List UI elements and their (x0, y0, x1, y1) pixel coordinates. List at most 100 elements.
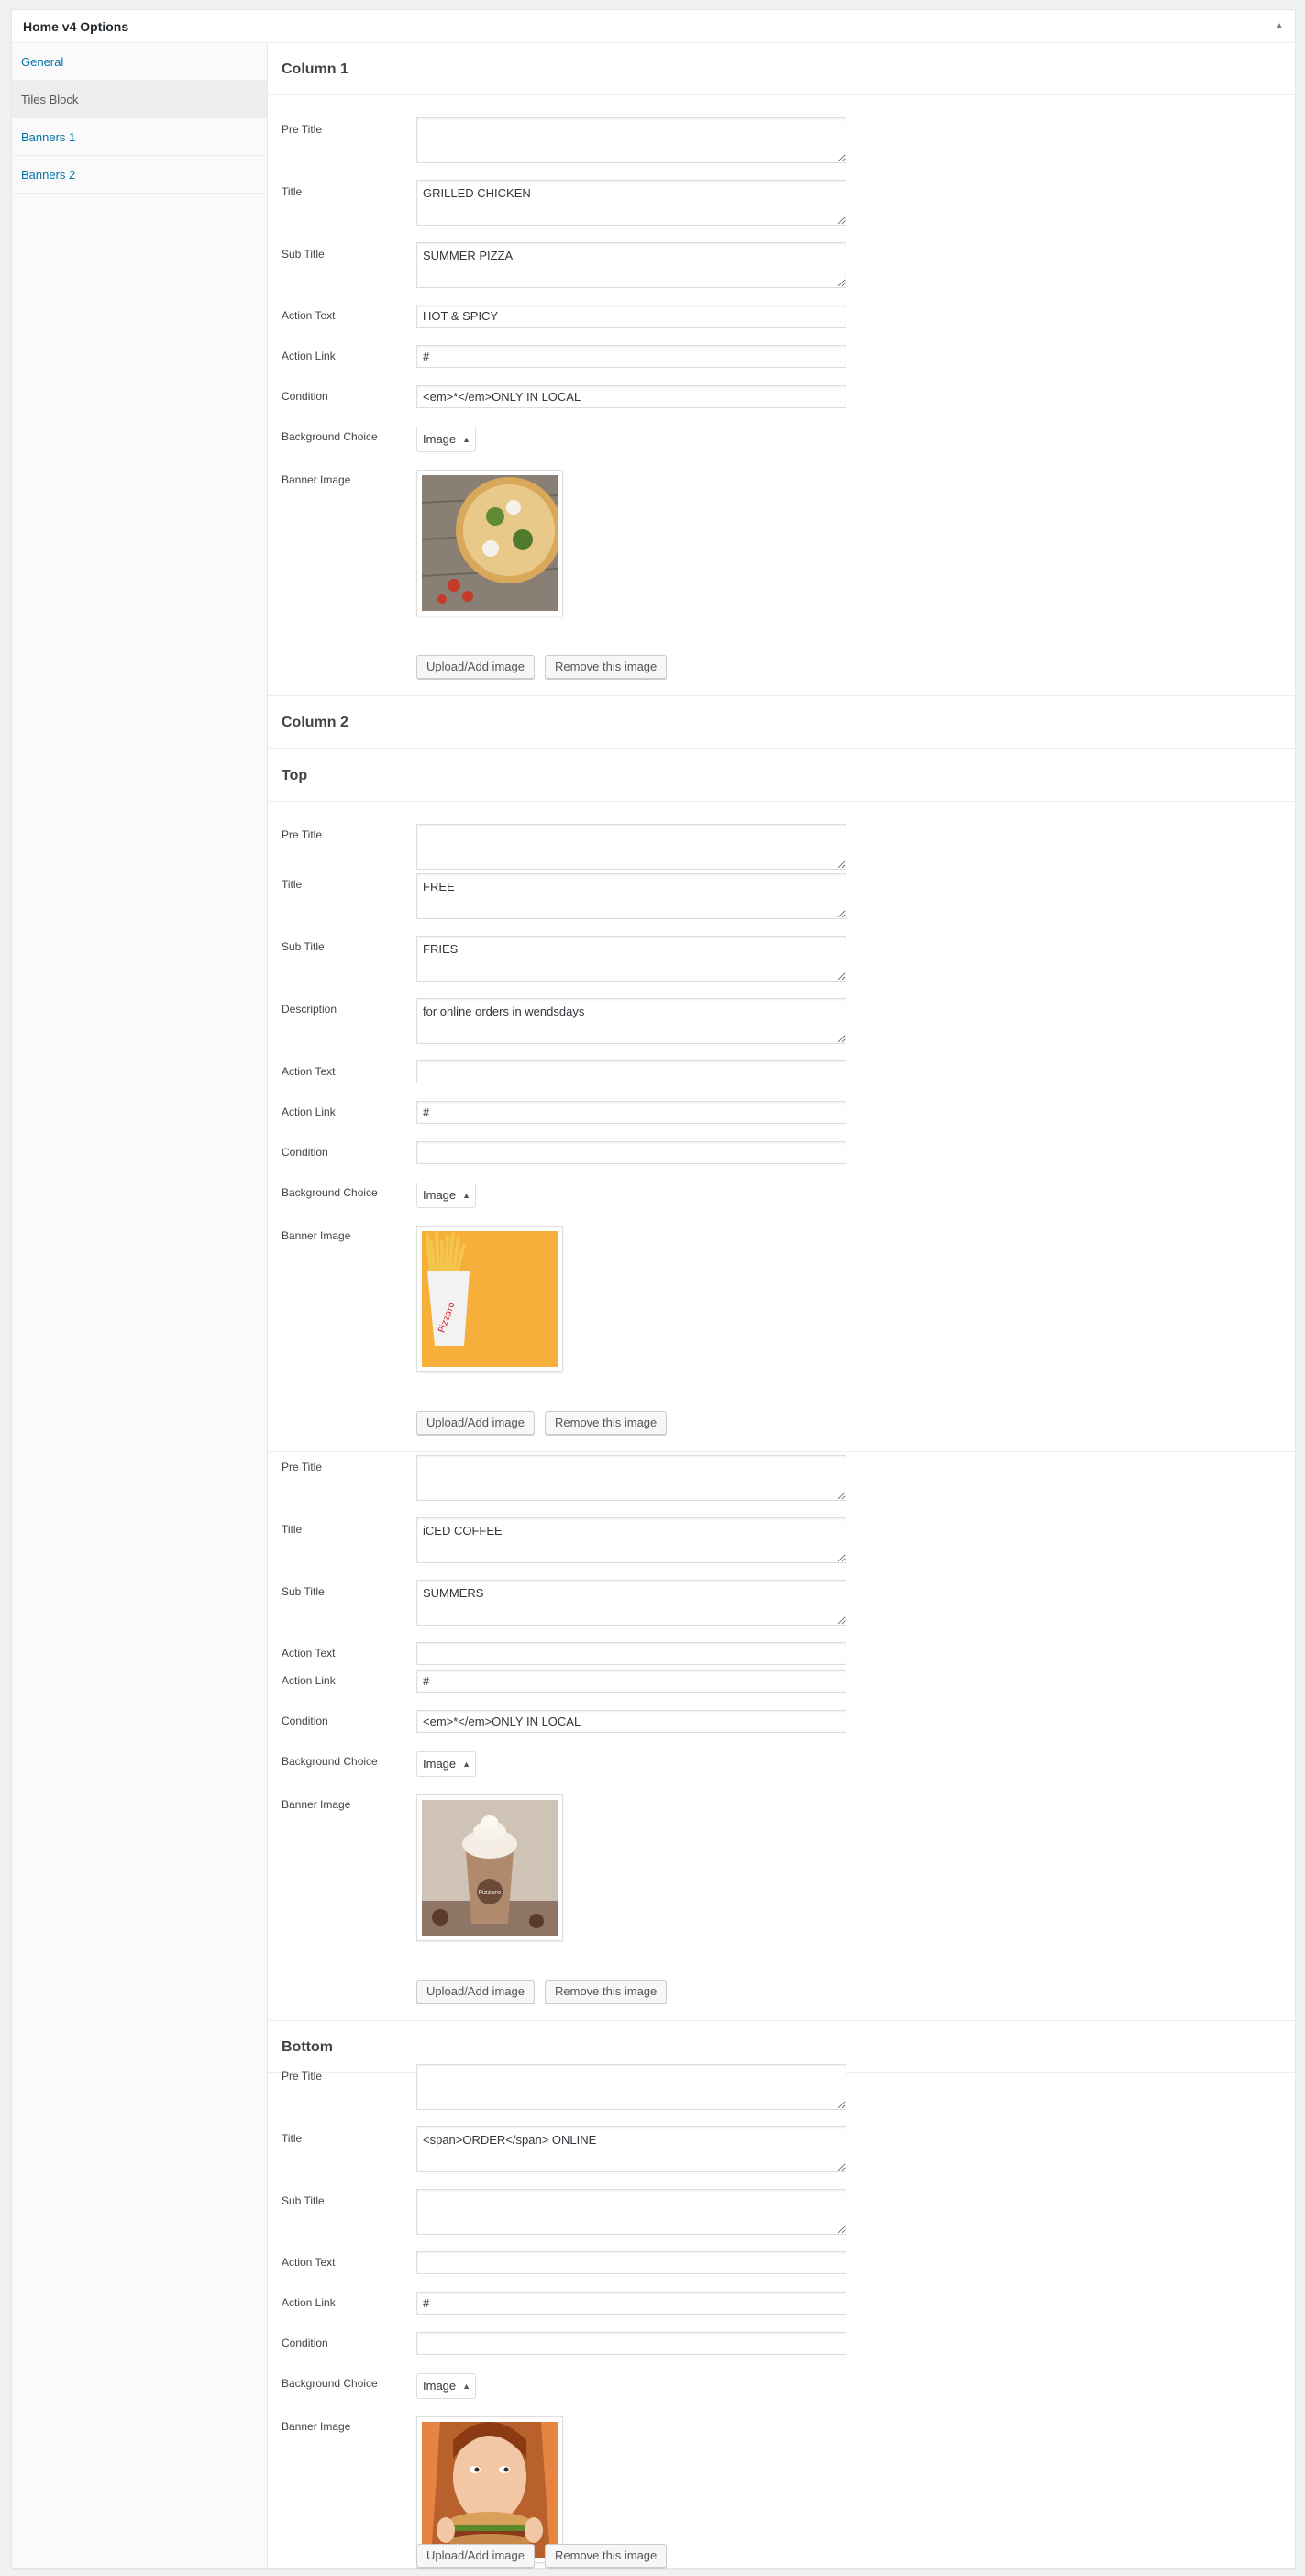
sidebar-item-general[interactable]: General (12, 43, 267, 81)
select-value: Image (423, 432, 457, 446)
banner-image-label: Banner Image (282, 1798, 351, 1811)
column1-action-link-field[interactable] (416, 345, 846, 368)
background-choice-label: Background Choice (282, 1186, 378, 1199)
second-title-field[interactable]: iCED COFFEE (416, 1517, 846, 1563)
top-background-select[interactable]: Image ▲ (416, 1183, 476, 1208)
title-label: Title (282, 2132, 303, 2145)
column1-banner-thumbnail (416, 470, 563, 616)
bottom-action-link-field[interactable] (416, 2292, 846, 2315)
action-link-label: Action Link (282, 1674, 336, 1687)
column1-action-text-field[interactable] (416, 305, 846, 328)
background-choice-label: Background Choice (282, 1755, 378, 1768)
top-description-field[interactable]: for online orders in wendsdays (416, 998, 846, 1044)
select-arrows-icon: ▲ (462, 1191, 470, 1200)
fries-image: Pizzaro (422, 1231, 558, 1367)
select-arrows-icon: ▲ (462, 2382, 470, 2391)
second-sub-title-field[interactable]: SUMMERS (416, 1580, 846, 1626)
options-panel: Home v4 Options ▲ General Tiles Block Ba… (11, 9, 1296, 2569)
banner-image-label: Banner Image (282, 2420, 351, 2433)
bottom-title-field[interactable]: <span>ORDER</span> ONLINE (416, 2126, 846, 2172)
condition-label: Condition (282, 1146, 328, 1159)
column1-sub-title-field[interactable]: SUMMER PIZZA (416, 242, 846, 288)
column1-title-field[interactable]: GRILLED CHICKEN (416, 180, 846, 226)
title-label: Title (282, 878, 303, 891)
sub-title-label: Sub Title (282, 940, 325, 953)
iced-coffee-image: Pizzaro (422, 1800, 558, 1936)
panel-title: Home v4 Options (23, 18, 129, 34)
pizza-image (421, 475, 562, 611)
pre-title-label: Pre Title (282, 828, 323, 841)
condition-label: Condition (282, 390, 328, 403)
bottom-background-select[interactable]: Image ▲ (416, 2373, 476, 2399)
banner-image-label: Banner Image (282, 473, 351, 486)
top-action-link-field[interactable] (416, 1101, 846, 1124)
background-choice-label: Background Choice (282, 430, 378, 443)
second-action-text-field[interactable] (416, 1642, 846, 1665)
select-value: Image (423, 1757, 457, 1771)
bottom-upload-button[interactable]: Upload/Add image (416, 2544, 535, 2568)
title-label: Title (282, 185, 303, 198)
pre-title-label: Pre Title (282, 123, 323, 136)
divider (268, 1451, 1295, 1452)
top-sub-title-field[interactable]: FRIES (416, 936, 846, 982)
column1-remove-button[interactable]: Remove this image (545, 655, 668, 679)
options-content: Column 1 Pre Title Title GRILLED CHICKEN… (268, 43, 1295, 2568)
top-title-field[interactable]: FREE (416, 873, 846, 919)
second-upload-button[interactable]: Upload/Add image (416, 1980, 535, 2004)
bottom-remove-button[interactable]: Remove this image (545, 2544, 668, 2568)
sidebar-item-tiles-block[interactable]: Tiles Block (12, 81, 267, 118)
bottom-sub-title-field[interactable] (416, 2189, 846, 2235)
column1-condition-field[interactable] (416, 385, 846, 408)
second-condition-field[interactable] (416, 1710, 846, 1733)
description-label: Description (282, 1003, 337, 1016)
second-background-select[interactable]: Image ▲ (416, 1751, 476, 1777)
action-link-label: Action Link (282, 350, 336, 362)
action-text-label: Action Text (282, 1647, 336, 1660)
title-label: Title (282, 1523, 303, 1536)
banner-image-label: Banner Image (282, 1229, 351, 1242)
column1-background-select[interactable]: Image ▲ (416, 427, 476, 452)
top-condition-field[interactable] (416, 1141, 846, 1164)
condition-label: Condition (282, 1715, 328, 1727)
woman-burger-image (422, 2422, 558, 2558)
top-action-text-field[interactable] (416, 1060, 846, 1083)
action-text-label: Action Text (282, 309, 336, 322)
options-sidebar: General Tiles Block Banners 1 Banners 2 (12, 43, 268, 2568)
select-arrows-icon: ▲ (462, 435, 470, 444)
top-banner-thumbnail: Pizzaro (416, 1226, 563, 1372)
column1-upload-button[interactable]: Upload/Add image (416, 655, 535, 679)
sidebar-item-banners-1[interactable]: Banners 1 (12, 118, 267, 156)
select-value: Image (423, 1188, 457, 1202)
top-upload-button[interactable]: Upload/Add image (416, 1411, 535, 1435)
action-text-label: Action Text (282, 1065, 336, 1078)
sub-title-label: Sub Title (282, 1585, 325, 1598)
condition-label: Condition (282, 2337, 328, 2349)
action-link-label: Action Link (282, 2296, 336, 2309)
second-remove-button[interactable]: Remove this image (545, 1980, 668, 2004)
action-text-label: Action Text (282, 2256, 336, 2269)
bottom-pre-title-field[interactable] (416, 2064, 846, 2110)
sub-title-label: Sub Title (282, 248, 325, 261)
pre-title-label: Pre Title (282, 1460, 323, 1473)
bottom-action-text-field[interactable] (416, 2251, 846, 2274)
second-banner-thumbnail: Pizzaro (416, 1794, 563, 1941)
select-arrows-icon: ▲ (462, 1760, 470, 1769)
top-pre-title-field[interactable] (416, 824, 846, 870)
sidebar-item-banners-2[interactable]: Banners 2 (12, 156, 267, 194)
top-heading: Top (268, 749, 1295, 802)
panel-header: Home v4 Options ▲ (12, 10, 1295, 43)
action-link-label: Action Link (282, 1105, 336, 1118)
bottom-banner-thumbnail (416, 2416, 563, 2563)
bottom-condition-field[interactable] (416, 2332, 846, 2355)
collapse-arrow-icon[interactable]: ▲ (1275, 21, 1284, 31)
column1-pre-title-field[interactable] (416, 117, 846, 163)
sub-title-label: Sub Title (282, 2194, 325, 2207)
column-2-heading: Column 2 (268, 696, 1295, 749)
second-pre-title-field[interactable] (416, 1455, 846, 1501)
background-choice-label: Background Choice (282, 2377, 378, 2390)
pre-title-label: Pre Title (282, 2070, 323, 2082)
top-remove-button[interactable]: Remove this image (545, 1411, 668, 1435)
svg-text:Pizzaro: Pizzaro (479, 1889, 502, 1896)
second-action-link-field[interactable] (416, 1670, 846, 1693)
select-value: Image (423, 2379, 457, 2393)
